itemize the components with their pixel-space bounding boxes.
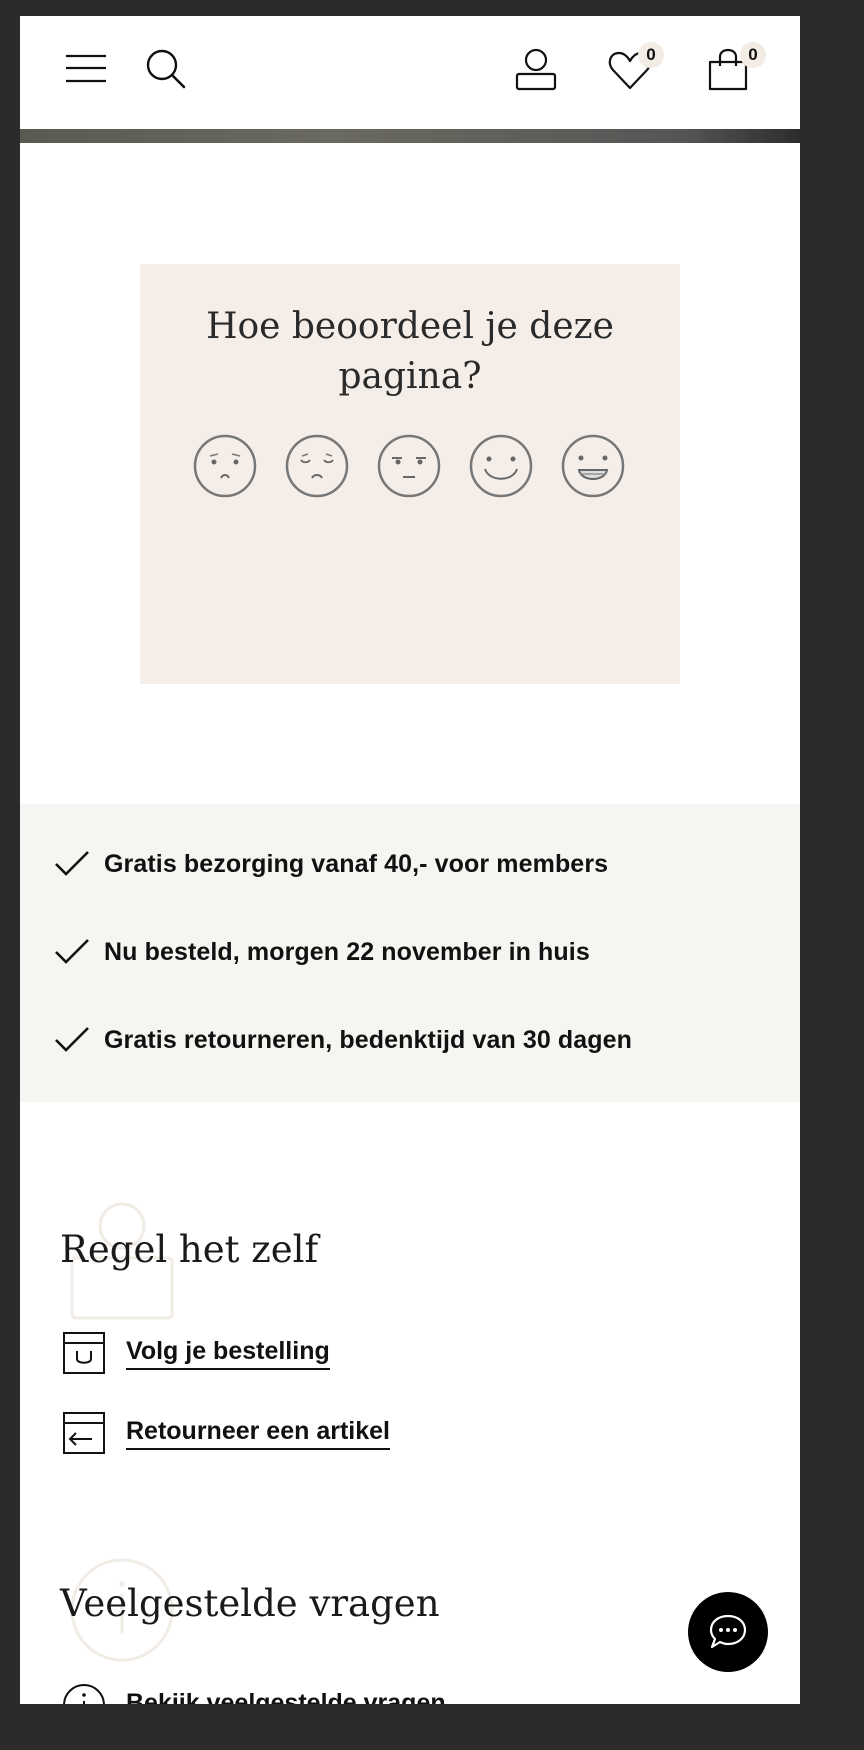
usp-text: Gratis retourneren, bedenktijd van 30 da…	[104, 1025, 633, 1054]
account-button[interactable]	[514, 48, 558, 92]
self-service-title: Regel het zelf	[60, 1228, 319, 1271]
page-rating-card: Hoe beoordeel je deze pagina?	[140, 264, 680, 684]
page: 0 0 Hoe beoordeel je deze pagina? Gratis…	[20, 16, 800, 1704]
hamburger-menu-icon	[66, 54, 106, 83]
faq-link[interactable]: Bekijk veelgestelde vragen	[62, 1682, 446, 1704]
site-header: 0 0	[20, 16, 800, 129]
usp-item: Gratis bezorging vanaf 40,- voor members	[54, 844, 608, 884]
check-icon	[55, 939, 89, 964]
check-icon	[55, 851, 89, 876]
rating-question: Hoe beoordeel je deze pagina?	[206, 306, 614, 397]
search-button[interactable]	[145, 48, 187, 90]
return-item-label[interactable]: Retourneer een artikel	[126, 1417, 390, 1450]
usp-text: Nu besteld, morgen 22 november in huis	[104, 937, 590, 966]
usp-text: Gratis bezorging vanaf 40,- voor members	[104, 849, 609, 878]
check-icon	[55, 1027, 89, 1052]
chat-bubble-icon	[709, 1614, 747, 1649]
track-order-link[interactable]: Volg je bestelling	[62, 1330, 330, 1376]
wishlist-count-badge: 0	[638, 42, 664, 68]
track-order-label[interactable]: Volg je bestelling	[126, 1337, 330, 1370]
menu-button[interactable]	[66, 54, 106, 84]
very-unhappy-face-icon[interactable]	[193, 434, 257, 498]
wishlist-button[interactable]: 0	[608, 42, 664, 92]
very-happy-face-icon[interactable]	[561, 434, 625, 498]
rating-faces	[193, 434, 633, 498]
hero-image-edge	[20, 129, 800, 143]
return-box-icon	[63, 1412, 105, 1454]
return-item-link[interactable]: Retourneer een artikel	[62, 1410, 390, 1456]
faq-title: Veelgestelde vragen	[60, 1582, 440, 1625]
package-track-icon	[63, 1332, 105, 1374]
unhappy-face-icon[interactable]	[285, 434, 349, 498]
chat-button[interactable]	[688, 1592, 768, 1672]
info-icon	[63, 1684, 105, 1704]
usp-item: Gratis retourneren, bedenktijd van 30 da…	[54, 1020, 632, 1060]
usp-list: Gratis bezorging vanaf 40,- voor members…	[20, 804, 800, 1102]
cart-count-badge: 0	[740, 42, 766, 68]
faq-link-label[interactable]: Bekijk veelgestelde vragen	[126, 1689, 446, 1705]
cart-button[interactable]: 0	[706, 42, 766, 92]
neutral-face-icon[interactable]	[377, 434, 441, 498]
search-icon	[146, 49, 186, 89]
user-icon	[515, 48, 557, 91]
happy-face-icon[interactable]	[469, 434, 533, 498]
usp-item: Nu besteld, morgen 22 november in huis	[54, 932, 590, 972]
